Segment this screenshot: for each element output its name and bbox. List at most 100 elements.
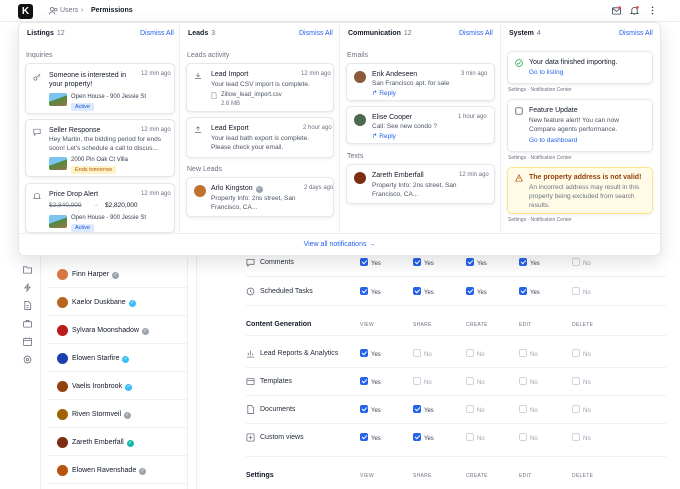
more-vertical-icon[interactable] [648, 6, 657, 15]
permission-view-checkbox[interactable]: Yes [360, 377, 381, 386]
view-all-notifications-link[interactable]: View all notifications → [19, 241, 660, 248]
file-icon[interactable] [23, 301, 32, 310]
inbox-icon[interactable] [612, 6, 621, 15]
checkbox[interactable] [519, 258, 527, 266]
permission-delete-checkbox[interactable]: No [572, 287, 591, 296]
system-dismiss-all-button[interactable]: Dismiss All [619, 30, 653, 37]
permission-share-checkbox[interactable]: No [413, 377, 432, 386]
listing-notification-card[interactable]: Seller Response 12 min ago Hey Martin, t… [25, 119, 175, 177]
checkbox[interactable] [572, 258, 580, 266]
user-row[interactable]: Zareth Emberfall ✓ [48, 428, 188, 456]
reply-link[interactable]: ↱ Reply [372, 89, 396, 97]
user-row[interactable]: Elowen Ravenshade ✓ [48, 456, 188, 484]
permission-share-checkbox[interactable]: Yes [413, 405, 434, 414]
checkbox[interactable] [360, 405, 368, 413]
permission-view-checkbox[interactable]: Yes [360, 349, 381, 358]
listing-notification-card[interactable]: Someone is interested in your property! … [25, 63, 175, 114]
warning-notification-card[interactable]: The property address is not valid! An in… [507, 167, 653, 214]
permission-view-checkbox[interactable]: Yes [360, 287, 381, 296]
email-notification-card[interactable]: Elise Cooper 1 hour ago Call: See new co… [346, 106, 495, 144]
user-row[interactable]: Kaelor Duskbane ✓ [48, 288, 188, 316]
checkbox[interactable] [466, 433, 474, 441]
user-row[interactable]: Vaelis Ironbrook ✓ [48, 372, 188, 400]
folder-icon[interactable] [23, 265, 32, 274]
permission-delete-checkbox[interactable]: No [572, 377, 591, 386]
text-notification-card[interactable]: Zareth Emberfall 12 min ago Property Inf… [346, 164, 495, 204]
checkbox[interactable] [466, 258, 474, 266]
bolt-icon[interactable] [23, 283, 32, 292]
checkbox[interactable] [466, 349, 474, 357]
permission-view-checkbox[interactable]: Yes [360, 405, 381, 414]
checkbox[interactable] [360, 349, 368, 357]
checkbox[interactable] [360, 258, 368, 266]
lead-notification-card[interactable]: Arlo Kingston ✓ 2 days ago Property Info:… [186, 177, 334, 217]
permission-create-checkbox[interactable]: No [466, 405, 485, 414]
permission-create-checkbox[interactable]: No [466, 433, 485, 442]
calendar-icon[interactable] [23, 337, 32, 346]
system-notification-card[interactable]: Feature Update New feature alert! You ca… [507, 99, 653, 152]
system-notification-card[interactable]: Your data finished importing. Go to list… [507, 51, 653, 84]
checkbox[interactable] [519, 349, 527, 357]
email-notification-card[interactable]: Erik Andeseen 3 min ago San Francisco ap… [346, 63, 495, 101]
permission-share-checkbox[interactable]: Yes [413, 287, 434, 296]
checkbox[interactable] [519, 377, 527, 385]
checkbox[interactable] [572, 377, 580, 385]
user-row[interactable]: Sylvara Moonshadow ✓ [48, 316, 188, 344]
permission-view-checkbox[interactable]: Yes [360, 433, 381, 442]
file-name[interactable]: Zillow_lead_import.csv [221, 92, 282, 98]
checkbox[interactable] [360, 433, 368, 441]
settings-icon[interactable] [23, 355, 32, 364]
permission-create-checkbox[interactable]: No [466, 377, 485, 386]
checkbox[interactable] [466, 377, 474, 385]
lead-notification-card[interactable]: Lead Export 2 hour ago Your lead bath ex… [186, 117, 334, 158]
permission-create-checkbox[interactable]: No [466, 349, 485, 358]
checkbox[interactable] [519, 287, 527, 295]
permission-view-checkbox[interactable]: Yes [360, 258, 381, 267]
listings-dismiss-all-button[interactable]: Dismiss All [140, 30, 174, 37]
checkbox[interactable] [466, 405, 474, 413]
checkbox[interactable] [360, 287, 368, 295]
checkbox[interactable] [572, 287, 580, 295]
go-to-listing-link[interactable]: Go to listing [529, 69, 563, 76]
checkbox[interactable] [572, 433, 580, 441]
lead-notification-card[interactable]: Lead Import 12 min ago Your lead CSV imp… [186, 63, 334, 112]
checkbox[interactable] [572, 405, 580, 413]
checkbox[interactable] [360, 377, 368, 385]
user-row[interactable]: Elowen Starfire ✓ [48, 344, 188, 372]
reply-link[interactable]: ↱ Reply [372, 132, 396, 140]
checkbox[interactable] [466, 287, 474, 295]
permission-delete-checkbox[interactable]: No [572, 433, 591, 442]
checkbox[interactable] [413, 433, 421, 441]
permission-create-checkbox[interactable]: Yes [466, 287, 487, 296]
checkbox[interactable] [413, 405, 421, 413]
permission-delete-checkbox[interactable]: No [572, 258, 591, 267]
permission-edit-checkbox[interactable]: Yes [519, 287, 540, 296]
permission-share-checkbox[interactable]: No [413, 349, 432, 358]
go-to-dashboard-link[interactable]: Go to dashboard [529, 137, 577, 144]
permission-share-checkbox[interactable]: Yes [413, 433, 434, 442]
permission-create-checkbox[interactable]: Yes [466, 258, 487, 267]
permission-edit-checkbox[interactable]: No [519, 377, 538, 386]
checkbox[interactable] [413, 377, 421, 385]
permission-delete-checkbox[interactable]: No [572, 405, 591, 414]
permission-edit-checkbox[interactable]: No [519, 405, 538, 414]
permission-edit-checkbox[interactable]: Yes [519, 258, 540, 267]
permission-edit-checkbox[interactable]: No [519, 433, 538, 442]
app-logo[interactable]: K [18, 4, 33, 19]
communication-dismiss-all-button[interactable]: Dismiss All [459, 30, 493, 37]
checkbox[interactable] [413, 287, 421, 295]
bell-icon[interactable] [630, 6, 639, 15]
checkbox[interactable] [413, 349, 421, 357]
permission-edit-checkbox[interactable]: No [519, 349, 538, 358]
permission-share-checkbox[interactable]: Yes [413, 258, 434, 267]
user-row[interactable]: Riven Stormveil ✓ [48, 400, 188, 428]
checkbox[interactable] [572, 349, 580, 357]
leads-dismiss-all-button[interactable]: Dismiss All [299, 30, 333, 37]
listing-notification-card[interactable]: Price Drop Alert 12 min ago $2,840,000 →… [25, 183, 175, 233]
briefcase-icon[interactable] [23, 319, 32, 328]
checkbox[interactable] [519, 405, 527, 413]
checkbox[interactable] [413, 258, 421, 266]
checkbox[interactable] [519, 433, 527, 441]
breadcrumb-users[interactable]: Users [60, 7, 78, 14]
user-row[interactable]: Finn Harper ✓ [48, 260, 188, 288]
